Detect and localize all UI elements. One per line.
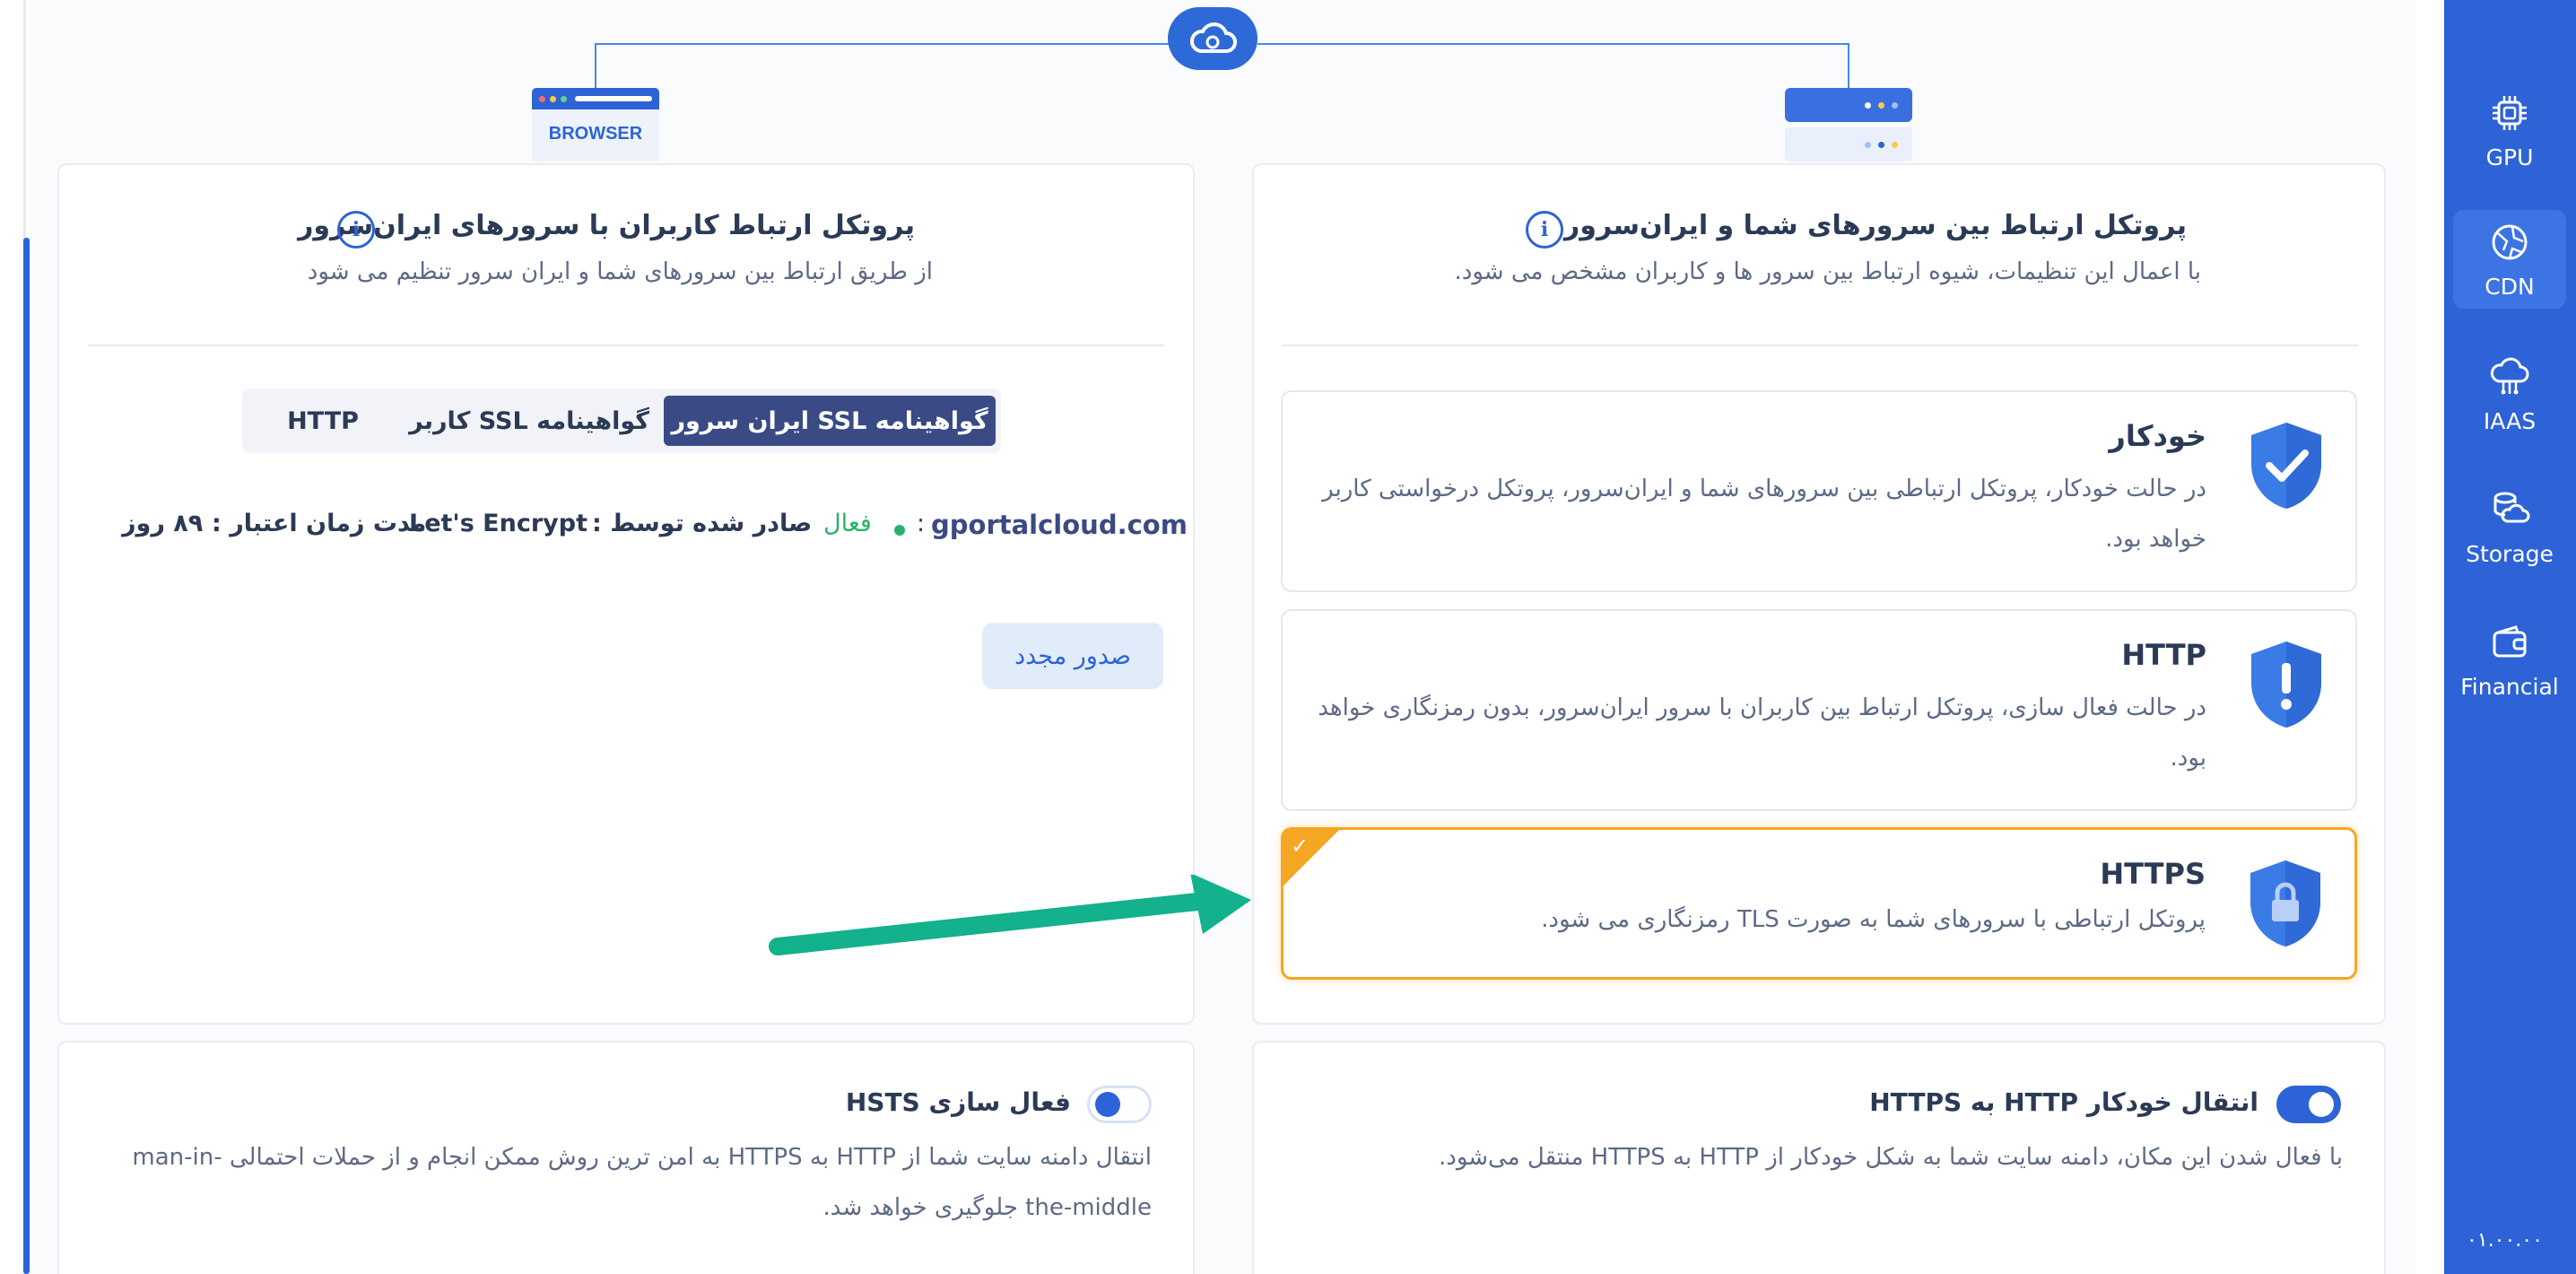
- sidebar-label: GPU: [2485, 144, 2534, 170]
- hsts-card: فعال سازی HSTS انتقال دامنه سایت شما از …: [57, 1041, 1195, 1274]
- browser-illustration: BROWSER: [532, 88, 659, 161]
- tab-iranserver-ssl[interactable]: گواهینامه SSL ایران سرور: [664, 396, 996, 446]
- issuer-value: Let's Encrypt: [409, 510, 587, 537]
- sidebar-label: Financial: [2460, 673, 2559, 700]
- scroll-track: [23, 0, 26, 238]
- option-title: HTTP: [2121, 638, 2206, 672]
- cloud-icon: [1168, 7, 1258, 70]
- scroll-indicator[interactable]: [23, 238, 30, 1274]
- option-title: خودکار: [2109, 419, 2206, 453]
- divider: [1283, 345, 2359, 346]
- status-dot: [894, 525, 905, 536]
- option-title: HTTPS: [2100, 857, 2206, 891]
- option-description: در حالت خودکار، پروتکل ارتباطی بین سروره…: [1322, 476, 2206, 553]
- hsts-title: فعال سازی HSTS: [845, 1087, 1071, 1117]
- app-version: ۰۱.۰۰.۰۰: [2467, 1229, 2543, 1252]
- info-icon[interactable]: i: [1526, 211, 1563, 249]
- status-badge: فعال: [823, 510, 872, 537]
- check-icon: ✓: [1291, 833, 1310, 859]
- user-protocol-subtitle: از طریق ارتباط بین سرورهای شما و ایران س…: [307, 258, 933, 285]
- sidebar-label: Storage: [2466, 540, 2554, 567]
- sidebar-item-storage[interactable]: Storage: [2453, 477, 2566, 576]
- option-description: پروتکل ارتباطی با سرورهای شما به صورت TL…: [1541, 906, 2206, 933]
- storage-icon: [2493, 492, 2530, 522]
- shield-lock-icon: [2250, 860, 2320, 947]
- server-protocol-subtitle: با اعمال این تنظیمات، شیوه ارتباط بین سر…: [1454, 258, 2202, 285]
- tab-user-ssl[interactable]: گواهینامه SSL کاربر: [404, 396, 655, 446]
- sidebar-item-cdn[interactable]: CDN: [2453, 210, 2566, 309]
- info-icon[interactable]: i: [337, 211, 375, 249]
- validity-value: ۸۹ روز: [122, 510, 204, 537]
- divider: [88, 345, 1164, 346]
- user-protocol-title: پروتکل ارتباط کاربران با سرورهای ایران‌س…: [298, 210, 915, 241]
- sidebar-label: CDN: [2485, 273, 2535, 300]
- server-illustration: [1785, 88, 1912, 161]
- globe-icon: [2492, 224, 2528, 259]
- protocol-option-http[interactable]: HTTP در حالت فعال سازی، پروتکل ارتباط بی…: [1281, 609, 2357, 811]
- server-protocol-title: پروتکل ارتباط بین سرورهای شما و ایران‌سر…: [1563, 210, 2187, 241]
- ssl-tabs: گواهینامه SSL ایران سرور گواهینامه SSL ک…: [242, 388, 1001, 453]
- option-description: در حالت فعال سازی، پروتکل ارتباط بین کار…: [1318, 694, 2206, 772]
- redirect-toggle[interactable]: [2276, 1086, 2341, 1123]
- protocol-option-https[interactable]: ✓ HTTPS پروتکل ارتباطی با سرورهای شما به…: [1281, 827, 2357, 980]
- redirect-card: انتقال خودکار HTTP به HTTPS با فعال شدن …: [1252, 1041, 2386, 1274]
- validity-label: مدت زمان اعتبار :: [212, 510, 427, 537]
- sidebar: GPU CDN IAAS Storage Financial ۰۱.۰۰.۰۰: [2444, 0, 2576, 1274]
- renew-certificate-button[interactable]: صدور مجدد: [982, 623, 1163, 689]
- sidebar-item-iaas[interactable]: IAAS: [2453, 345, 2566, 443]
- domain-separator: :: [917, 510, 926, 537]
- sidebar-item-financial[interactable]: Financial: [2453, 610, 2566, 709]
- connector-line: [1258, 43, 1849, 45]
- certificate-domain: gportalcloud.com: [931, 510, 1188, 540]
- cloud-network-icon: [2490, 357, 2529, 394]
- chip-icon: [2493, 95, 2527, 130]
- hsts-toggle[interactable]: [1087, 1086, 1152, 1123]
- redirect-description: با فعال شدن این مکان، دامنه سایت شما به …: [1438, 1144, 2343, 1171]
- connector-line: [595, 43, 1169, 45]
- protocol-option-auto[interactable]: خودکار در حالت خودکار، پروتکل ارتباطی بی…: [1281, 390, 2357, 592]
- issuer-label: صادر شده توسط :: [592, 510, 813, 537]
- connector-line: [1848, 43, 1849, 88]
- wallet-icon: [2493, 624, 2527, 657]
- pointer-arrow: [769, 875, 1251, 956]
- shield-check-icon: [2251, 423, 2321, 509]
- redirect-title: انتقال خودکار HTTP به HTTPS: [1869, 1087, 2258, 1117]
- browser-label: BROWSER: [548, 124, 643, 144]
- sidebar-item-gpu[interactable]: GPU: [2453, 81, 2566, 179]
- shield-alert-icon: [2251, 641, 2321, 728]
- hsts-description: انتقال دامنه سایت شما از HTTP به HTTPS ب…: [132, 1144, 1152, 1221]
- tab-http[interactable]: HTTP: [251, 396, 395, 446]
- connector-line: [595, 43, 596, 88]
- sidebar-label: IAAS: [2483, 407, 2537, 434]
